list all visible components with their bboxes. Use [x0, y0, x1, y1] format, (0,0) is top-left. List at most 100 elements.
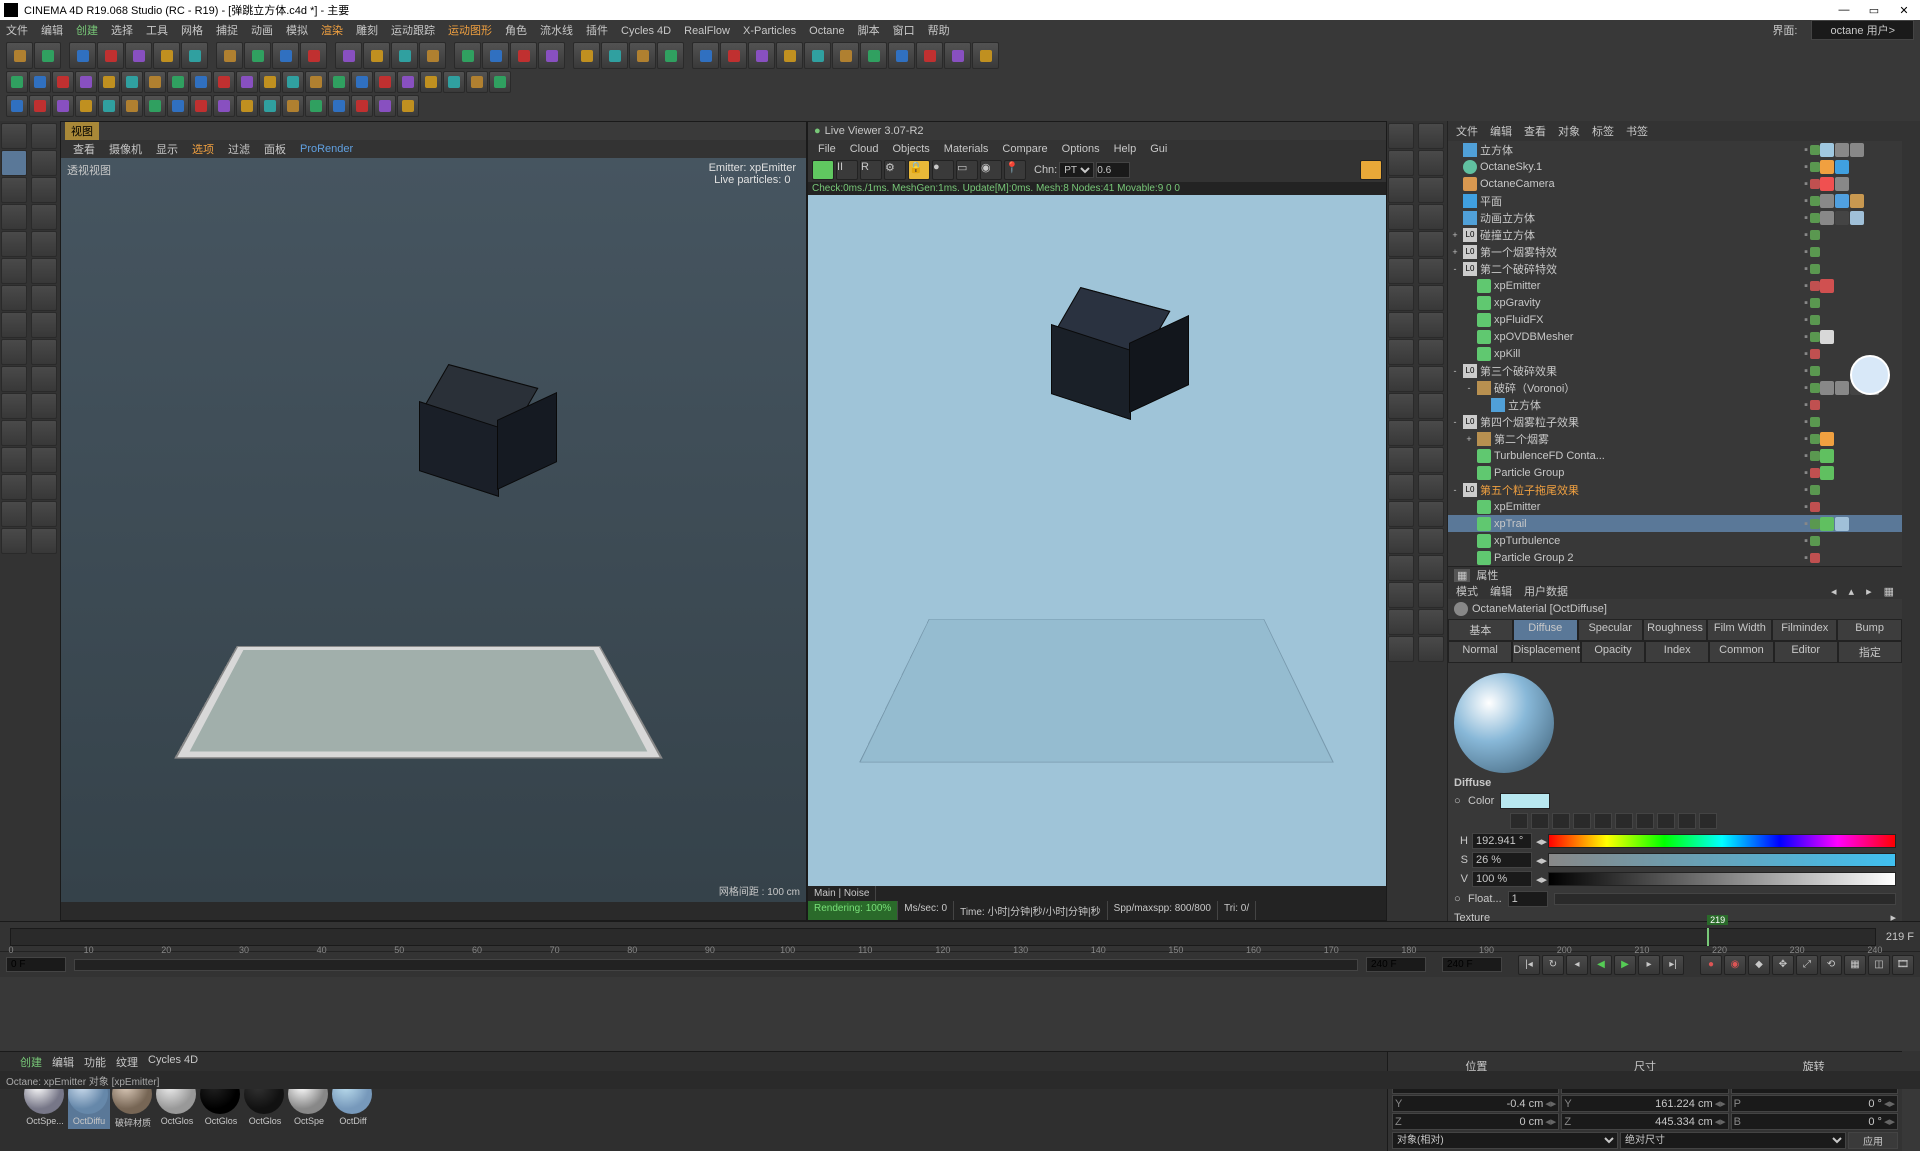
toolbar-button[interactable]: [601, 42, 628, 69]
toolbar-button[interactable]: [52, 71, 74, 93]
toolbar-button[interactable]: [190, 71, 212, 93]
menu-捕捉[interactable]: 捕捉: [216, 25, 238, 37]
toolbar-button[interactable]: [466, 71, 488, 93]
view-menu-ProRender[interactable]: ProRender: [300, 143, 353, 155]
side-tool-button[interactable]: [1388, 447, 1414, 473]
float-slider[interactable]: [1554, 893, 1896, 905]
side-tool-button[interactable]: [1388, 555, 1414, 581]
color-tool-icon[interactable]: [1699, 813, 1717, 829]
goto-end-icon[interactable]: ▸|: [1662, 955, 1684, 975]
menu-流水线[interactable]: 流水线: [540, 25, 573, 37]
lv-pause-icon[interactable]: II: [836, 160, 858, 180]
toolbar-button[interactable]: [300, 42, 327, 69]
side-tool-button[interactable]: [1418, 204, 1444, 230]
side-tool-button[interactable]: [31, 420, 57, 446]
side-tool-button[interactable]: [1418, 231, 1444, 257]
side-tool-button[interactable]: [1, 231, 27, 257]
menu-帮助[interactable]: 帮助: [928, 25, 950, 37]
side-tool-button[interactable]: [31, 285, 57, 311]
menu-RealFlow[interactable]: RealFlow: [684, 25, 730, 37]
side-tool-button[interactable]: [1388, 528, 1414, 554]
toolbar-button[interactable]: [144, 71, 166, 93]
object-row[interactable]: OctaneSky.1▪: [1448, 158, 1902, 175]
object-row[interactable]: OctaneCamera▪: [1448, 175, 1902, 192]
menu-模拟[interactable]: 模拟: [286, 25, 308, 37]
lv-lock-icon[interactable]: 🔒: [908, 160, 930, 180]
objmgr-tab-标签[interactable]: 标签: [1592, 123, 1614, 139]
objmgr-tab-查看[interactable]: 查看: [1524, 123, 1546, 139]
object-row[interactable]: TurbulenceFD Conta...▪: [1448, 447, 1902, 464]
side-tool-button[interactable]: [1388, 501, 1414, 527]
color-tool-icon[interactable]: [1531, 813, 1549, 829]
toolbar-button[interactable]: [216, 42, 243, 69]
attr-tab-基本[interactable]: 基本: [1448, 619, 1513, 641]
color-tool-icon[interactable]: [1594, 813, 1612, 829]
side-tool-button[interactable]: [1, 528, 27, 554]
toolbar-button[interactable]: [573, 42, 600, 69]
menu-插件[interactable]: 插件: [586, 25, 608, 37]
attr-mode-编辑[interactable]: 编辑: [1490, 583, 1512, 599]
side-tool-button[interactable]: [31, 150, 57, 176]
menu-运动图形[interactable]: 运动图形: [448, 25, 492, 37]
side-tool-button[interactable]: [1, 501, 27, 527]
object-row[interactable]: xpEmitter▪: [1448, 498, 1902, 515]
val-slider[interactable]: [1548, 872, 1896, 886]
attr-tab-指定[interactable]: 指定: [1838, 641, 1902, 663]
view-menu-显示[interactable]: 显示: [156, 141, 178, 157]
attr-tab-Editor[interactable]: Editor: [1774, 641, 1838, 663]
toolbar-button[interactable]: [657, 42, 684, 69]
toolbar-button[interactable]: [282, 95, 304, 117]
color-tool-icon[interactable]: [1636, 813, 1654, 829]
side-tool-button[interactable]: [1, 420, 27, 446]
side-tool-button[interactable]: [1418, 447, 1444, 473]
range-slider[interactable]: [74, 959, 1358, 971]
color-tool-icon[interactable]: [1552, 813, 1570, 829]
side-tool-button[interactable]: [1418, 609, 1444, 635]
toolbar-button[interactable]: [482, 42, 509, 69]
toolbar-button[interactable]: [244, 42, 271, 69]
toolbar-button[interactable]: [419, 42, 446, 69]
toolbar-button[interactable]: [259, 95, 281, 117]
menu-窗口[interactable]: 窗口: [893, 25, 915, 37]
side-tool-button[interactable]: [1418, 339, 1444, 365]
object-row[interactable]: -破碎（Voronoi）▪: [1448, 379, 1902, 396]
attr-tab-Bump[interactable]: Bump: [1837, 619, 1902, 641]
key-film-icon[interactable]: 🎞: [1892, 955, 1914, 975]
toolbar-button[interactable]: [181, 42, 208, 69]
toolbar-button[interactable]: [121, 95, 143, 117]
side-tool-button[interactable]: [1, 204, 27, 230]
coord-field[interactable]: Z0 cm◂▸: [1392, 1113, 1559, 1130]
attr-tab-Film Width[interactable]: Film Width: [1707, 619, 1772, 641]
attr-nav-fwd[interactable]: ▸: [1866, 585, 1872, 598]
side-tool-button[interactable]: [31, 528, 57, 554]
toolbar-button[interactable]: [69, 42, 96, 69]
coord-field[interactable]: B0 °◂▸: [1731, 1113, 1898, 1130]
object-row[interactable]: 立方体▪: [1448, 396, 1902, 413]
toolbar-button[interactable]: [75, 71, 97, 93]
lv-menu-Compare[interactable]: Compare: [1002, 143, 1047, 155]
objmgr-tab-书签[interactable]: 书签: [1626, 123, 1648, 139]
timeline[interactable]: 219 010203040506070809010011012013014015…: [0, 921, 1920, 951]
lv-render-canvas[interactable]: [808, 195, 1386, 886]
side-tool-button[interactable]: [1418, 150, 1444, 176]
object-row[interactable]: +第二个烟雾▪: [1448, 430, 1902, 447]
val-field[interactable]: 100 %: [1472, 871, 1532, 887]
toolbar-button[interactable]: [748, 42, 775, 69]
coord-apply-button[interactable]: 应用: [1848, 1132, 1898, 1149]
side-tool-button[interactable]: [1388, 636, 1414, 662]
mat-tab-功能[interactable]: 功能: [84, 1054, 106, 1070]
side-tool-button[interactable]: [31, 366, 57, 392]
attr-tab-Common[interactable]: Common: [1709, 641, 1773, 663]
side-tool-button[interactable]: [1388, 393, 1414, 419]
toolbar-button[interactable]: [29, 95, 51, 117]
attr-mode-用户数据[interactable]: 用户数据: [1524, 583, 1568, 599]
toolbar-button[interactable]: [351, 71, 373, 93]
side-tool-button[interactable]: [1418, 501, 1444, 527]
toolbar-button[interactable]: [52, 95, 74, 117]
lv-sphere-icon[interactable]: ●: [932, 160, 954, 180]
mat-tab-Cycles 4D[interactable]: Cycles 4D: [148, 1054, 198, 1070]
menu-角色[interactable]: 角色: [505, 25, 527, 37]
toolbar-button[interactable]: [443, 71, 465, 93]
side-tool-button[interactable]: [1, 474, 27, 500]
side-tool-button[interactable]: [31, 393, 57, 419]
